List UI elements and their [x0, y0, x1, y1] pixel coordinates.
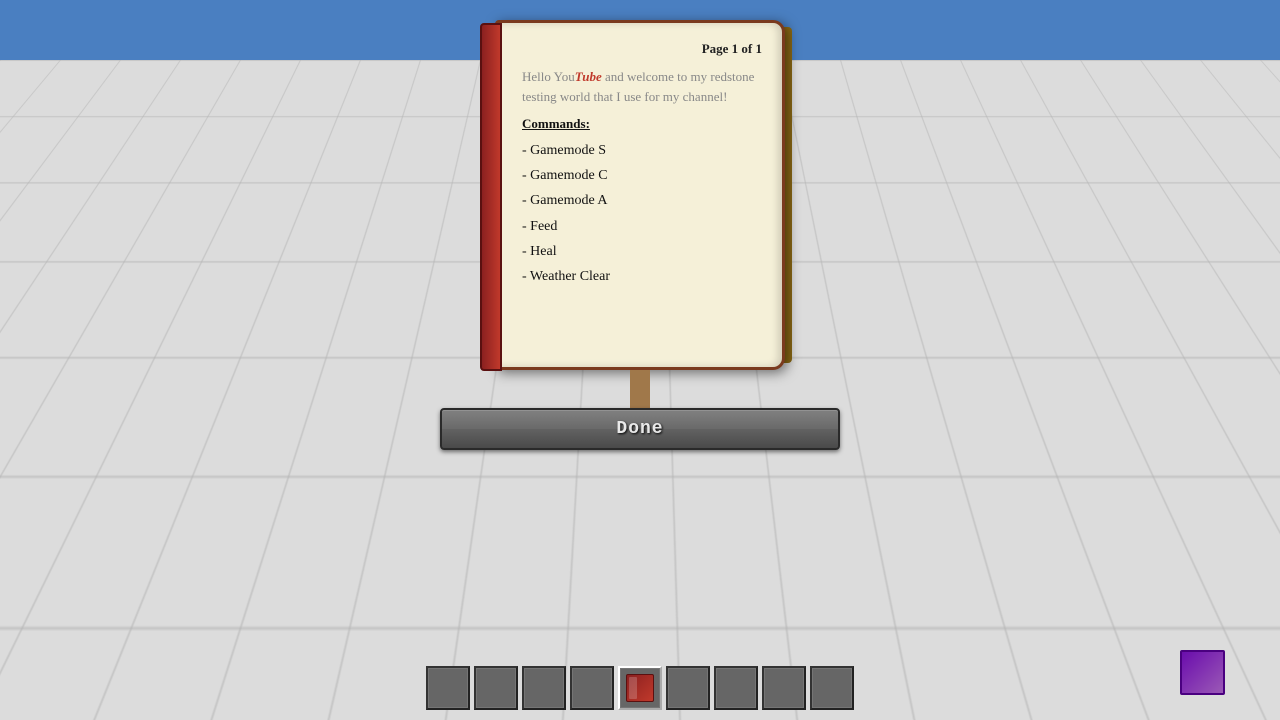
- command-item: Gamemode A: [522, 188, 762, 213]
- hotbar-slot-1[interactable]: [426, 666, 470, 710]
- corner-item: [1180, 650, 1240, 710]
- done-button-wrapper: Done: [440, 408, 840, 450]
- hotbar-slot-8[interactable]: [762, 666, 806, 710]
- done-button[interactable]: Done: [440, 408, 840, 450]
- lectern-post: [630, 370, 650, 410]
- hotbar-slot-9[interactable]: [810, 666, 854, 710]
- command-item: Gamemode S: [522, 138, 762, 163]
- command-item: Feed: [522, 214, 762, 239]
- commands-header: Commands:: [522, 116, 762, 132]
- book: Page 1 of 1 Hello YouTube and welcome to…: [495, 20, 785, 370]
- book-intro: Hello YouTube and welcome to my redstone…: [522, 67, 762, 106]
- hotbar-slot-3[interactable]: [522, 666, 566, 710]
- book-on-lectern: Page 1 of 1 Hello YouTube and welcome to…: [495, 20, 785, 418]
- book-page: Page 1 of 1 Hello YouTube and welcome to…: [498, 23, 782, 367]
- hotbar-slot-2[interactable]: [474, 666, 518, 710]
- page-number: Page 1 of 1: [522, 41, 762, 57]
- command-item: Weather Clear: [522, 264, 762, 289]
- command-list: Gamemode S Gamemode C Gamemode A Feed He…: [522, 138, 762, 289]
- hotbar-slot-6[interactable]: [666, 666, 710, 710]
- hotbar-slot-5-active[interactable]: [618, 666, 662, 710]
- command-item: Heal: [522, 239, 762, 264]
- hotbar-slot-4[interactable]: [570, 666, 614, 710]
- intro-prefix: Hello You: [522, 69, 575, 84]
- intro-highlight: Tube: [575, 69, 602, 84]
- hotbar-slot-7[interactable]: [714, 666, 758, 710]
- hotbar: [426, 666, 854, 710]
- book-item-icon: [626, 674, 654, 702]
- command-item: Gamemode C: [522, 163, 762, 188]
- purple-block-icon: [1180, 650, 1225, 695]
